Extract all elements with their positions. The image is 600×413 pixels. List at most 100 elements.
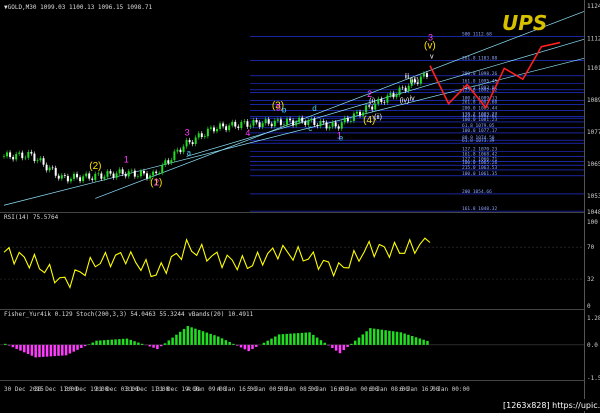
fisher-bar [4, 343, 7, 345]
candle-body [340, 122, 343, 129]
chart-window: ▼GOLD,M30 1099.03 1100.13 1096.15 1098.7… [0, 0, 600, 413]
fisher-bar [140, 343, 144, 345]
candle-body [389, 93, 392, 96]
fisher-bar [399, 332, 403, 345]
candle-body [276, 119, 279, 121]
candle-body [222, 123, 225, 127]
candle-body [27, 151, 30, 158]
candle-body [130, 170, 133, 172]
fisher-bar [353, 340, 357, 345]
candle-body [6, 152, 9, 157]
fisher-bar [391, 331, 395, 345]
candle-body [419, 76, 422, 84]
candle-body [12, 156, 15, 160]
candle-body [316, 125, 319, 127]
fib-label-15: 61.8 1073.39 [462, 138, 495, 144]
fisher-bar [110, 339, 113, 345]
candle-body [310, 118, 313, 121]
fisher-bar [194, 328, 197, 345]
candle-body [273, 120, 276, 127]
wave-label-white-0: (i) [369, 98, 375, 105]
fisher-bar [80, 344, 83, 348]
candle-body [63, 175, 66, 176]
time-axis: 30 Dec 201530 Dec 11:0030 Dec 19:0031 De… [4, 386, 470, 393]
time-tick-14: 7 Jan 00:00 [430, 386, 470, 393]
candle-body [371, 106, 374, 110]
wave-label-white-2: (iii) [410, 78, 419, 85]
fisher-bar [369, 328, 372, 345]
fisher-bar [11, 344, 15, 348]
price-tick-2: 1101.2 [587, 65, 600, 72]
fisher-bar [266, 340, 269, 345]
candle-body [377, 98, 380, 104]
wave-label-magenta-0: 1 [124, 155, 129, 165]
fisher-bar [319, 340, 323, 345]
fisher-bar [338, 344, 342, 354]
candle-body [228, 125, 231, 131]
price-tick-5: 1065.7 [587, 161, 600, 168]
candle-body [182, 146, 185, 153]
candle-body [395, 94, 398, 98]
watermark: [1263x828] https://upic.me [503, 401, 600, 410]
fisher-bar [209, 333, 212, 345]
ups-logo: UPS [502, 11, 547, 35]
candle-body [206, 128, 209, 137]
fib-label-13: 100.0 1077.17 [462, 128, 498, 134]
candle-body [243, 121, 246, 123]
candle-body [334, 122, 337, 127]
candle-body [392, 93, 395, 98]
fisher-bar [186, 326, 190, 345]
fisher-bar [171, 337, 174, 345]
fisher-bar [26, 344, 30, 355]
fisher-bar [205, 332, 209, 345]
fisher-bar [296, 333, 300, 345]
fisher-bar [327, 344, 330, 346]
candle-body [18, 152, 21, 154]
candle-body [167, 160, 170, 163]
fisher-bar [182, 328, 186, 345]
candle-body [401, 87, 404, 89]
candle-body [9, 152, 12, 157]
fisher-bar [49, 344, 53, 357]
candle-body [270, 123, 273, 127]
fisher-bar [133, 341, 136, 345]
fisher-bar [300, 332, 304, 345]
fisher-bar [7, 344, 11, 346]
wave-label-white-6: v [430, 54, 434, 61]
candle-body [191, 142, 194, 145]
fisher-bar [178, 331, 182, 345]
fisher-bar [102, 340, 106, 345]
candle-body [173, 151, 176, 161]
pane-separator-time [0, 380, 584, 381]
candle-body [21, 152, 24, 159]
candle-body [343, 117, 346, 123]
wave-label-magenta-1: 2 [154, 177, 159, 187]
fisher-bar [19, 344, 22, 351]
candle-body [51, 167, 54, 169]
candle-body [422, 73, 425, 77]
fisher-bar [57, 344, 60, 356]
candle-body [115, 173, 118, 178]
candle-body [301, 117, 304, 122]
candle-body [209, 127, 212, 129]
fisher-bar [407, 334, 410, 345]
candle-body [337, 126, 340, 129]
candle-body [346, 117, 349, 122]
fisher-bar [293, 333, 296, 345]
rsi-tick-3: 0 [587, 303, 591, 310]
candle-body [398, 87, 401, 95]
fisher-bar [45, 344, 49, 357]
candle-body [72, 173, 75, 179]
price-tick-7: 1048.0 [587, 209, 600, 216]
fisher-bar [350, 343, 353, 345]
candle-body [231, 121, 234, 126]
candle-body [76, 173, 79, 178]
price-tick-3: 1089.4 [587, 97, 600, 104]
rsi-tick-2: 32 [587, 276, 595, 283]
fisher-bar [42, 344, 45, 357]
candle-body [103, 176, 106, 179]
fisher-bar [274, 336, 277, 345]
fisher-bar [410, 336, 414, 345]
fib-label-8: 200.0 1085.44 [462, 106, 498, 112]
stoch-tick-2: -1.584 [587, 375, 600, 382]
